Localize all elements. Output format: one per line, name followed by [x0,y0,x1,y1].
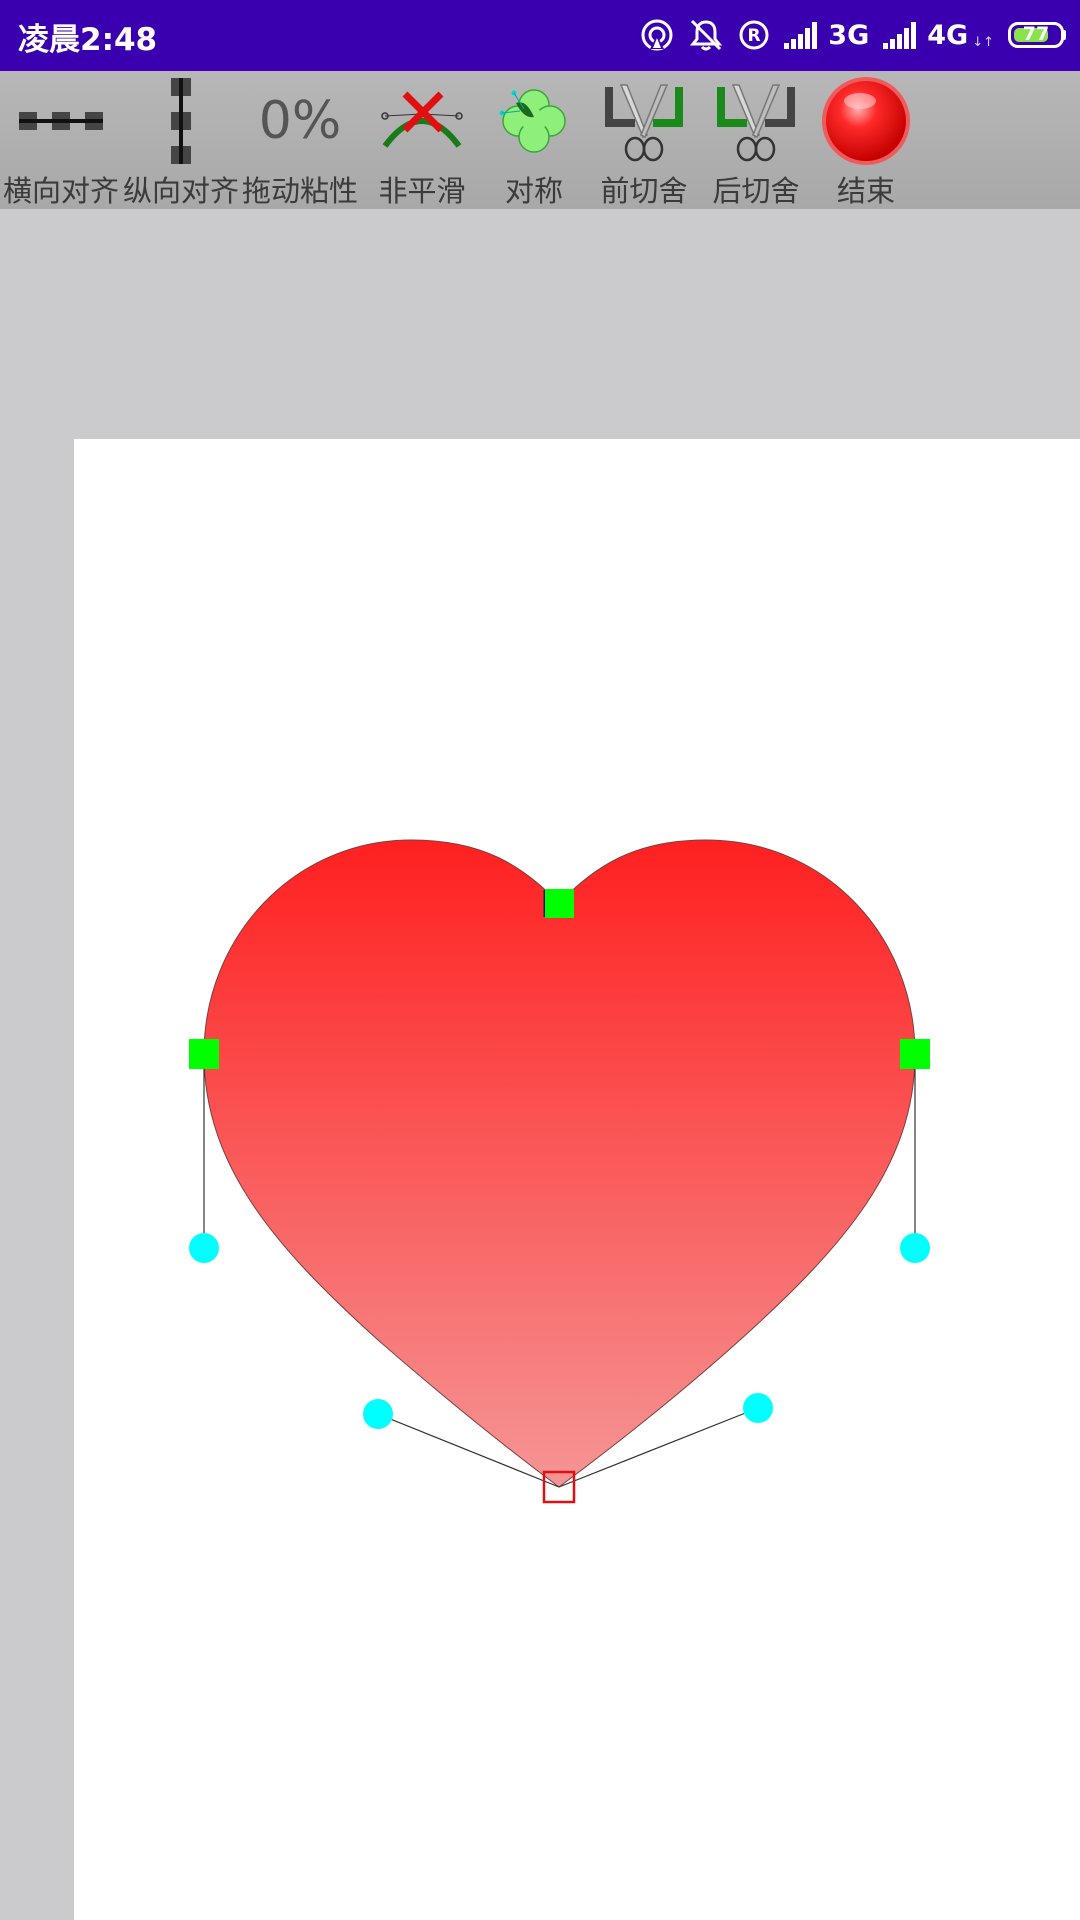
heart-shape[interactable] [203,839,916,1488]
anchor-point-right[interactable] [900,1039,930,1069]
anchor-point-left[interactable] [189,1039,219,1069]
control-handle-bottom-right[interactable] [743,1393,773,1423]
control-handle-right[interactable] [900,1233,930,1263]
control-handle-left[interactable] [189,1233,219,1263]
drawing-layer[interactable] [0,0,1080,1920]
control-handle-bottom-left[interactable] [363,1399,393,1429]
anchor-point-top[interactable] [545,889,574,918]
